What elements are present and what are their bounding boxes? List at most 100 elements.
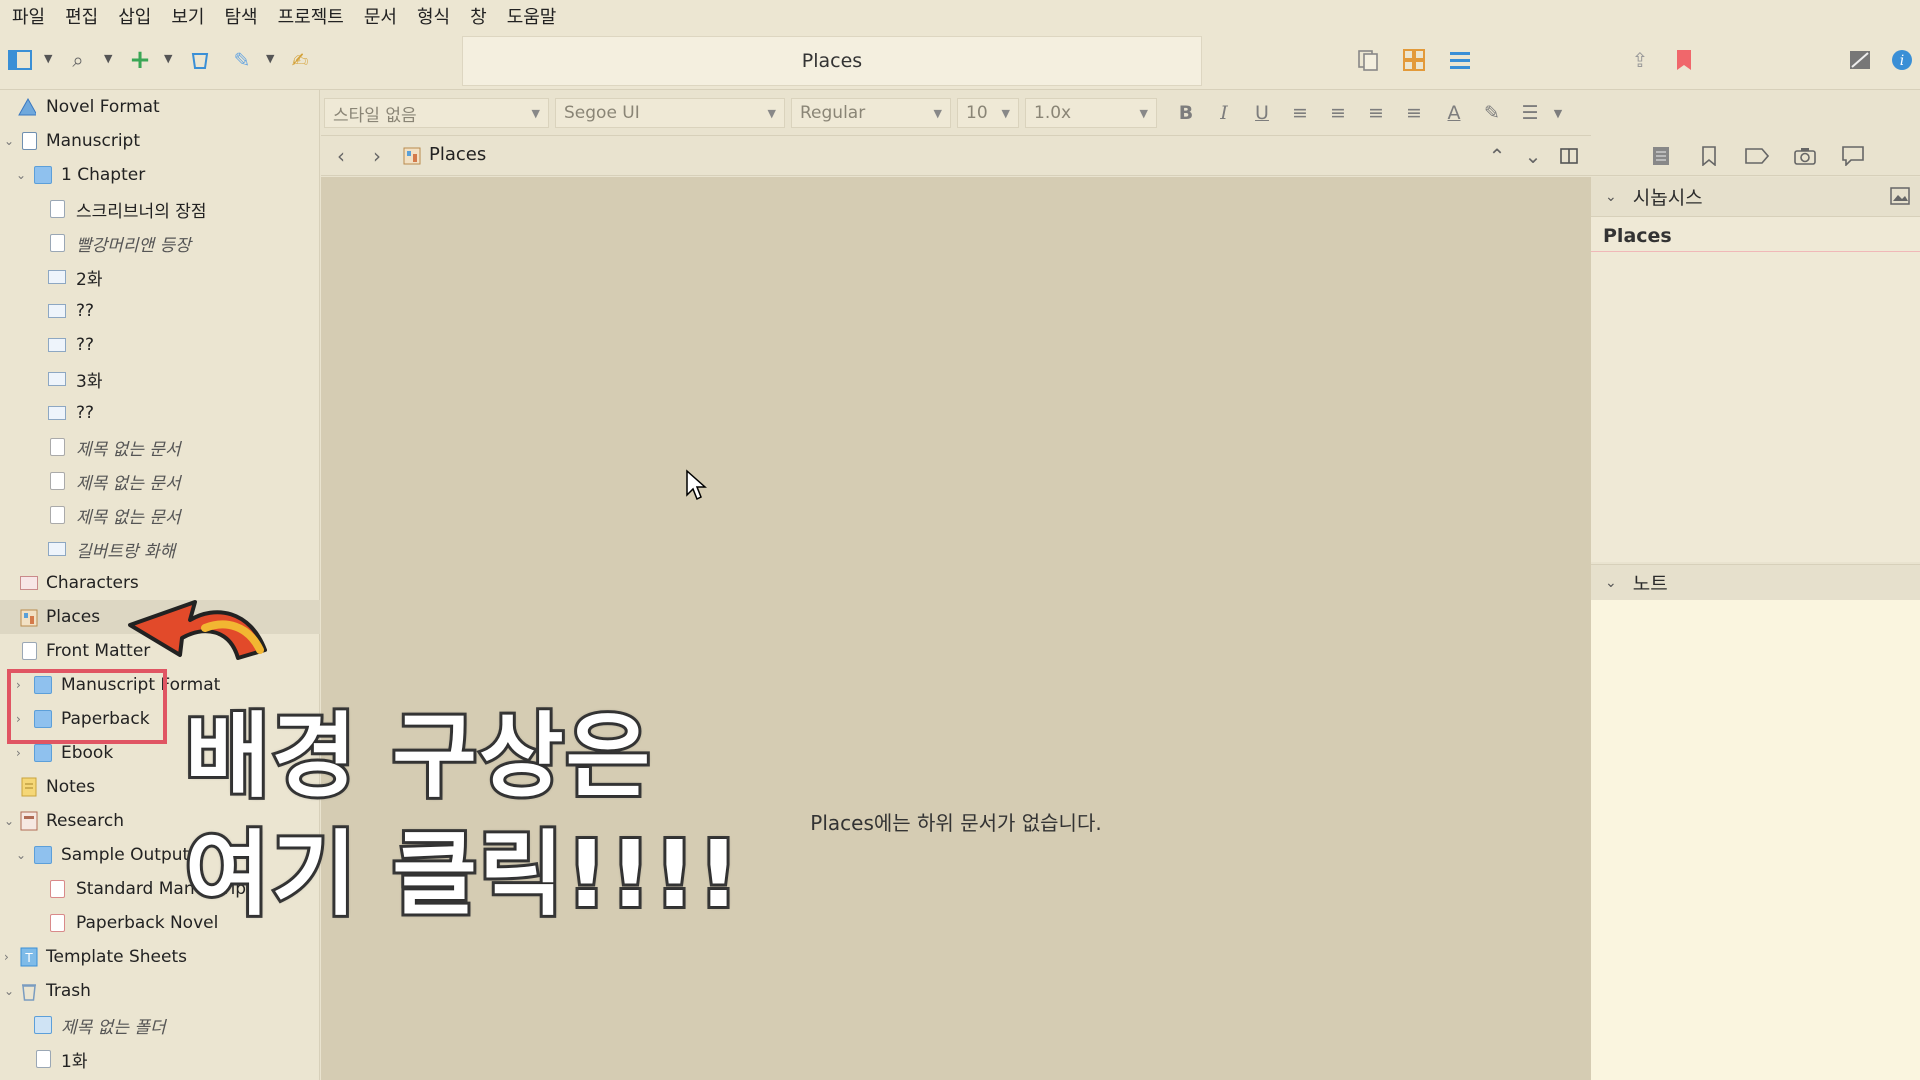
menu-file[interactable]: 파일 <box>12 3 45 29</box>
chevron-down-icon[interactable]: ▼ <box>44 52 52 65</box>
menu-project[interactable]: 프로젝트 <box>278 3 344 29</box>
highlight-icon[interactable]: ✎ <box>1479 100 1505 126</box>
binder-item-doc[interactable]: 3화 <box>0 362 320 396</box>
chevron-down-icon[interactable]: ⌄ <box>16 168 26 182</box>
trash-icon <box>20 981 38 1001</box>
trash-icon[interactable] <box>186 46 214 74</box>
menu-document[interactable]: 문서 <box>364 3 397 29</box>
binder-item-doc[interactable]: 빨강머리앤 등장 <box>0 226 320 260</box>
forward-icon[interactable]: › <box>363 142 391 170</box>
binder-item-doc[interactable]: 길버트랑 화해 <box>0 532 320 566</box>
synopsis-header[interactable]: ⌄ 시놉시스 <box>1591 177 1920 217</box>
binder-item-doc[interactable]: 스크리브너의 장점 <box>0 192 320 226</box>
binder-item-novel-format[interactable]: Novel Format <box>0 90 320 124</box>
chevron-down-icon[interactable]: ⌄ <box>1519 142 1547 170</box>
align-left-icon[interactable]: ≡ <box>1287 100 1313 126</box>
snapshot-tab-icon[interactable] <box>1791 142 1819 170</box>
template-icon: T <box>20 947 38 967</box>
notes-tab-icon[interactable] <box>1647 142 1675 170</box>
card-icon <box>48 403 66 423</box>
notes-header[interactable]: ⌄ 노트 <box>1591 564 1920 600</box>
synopsis-panel[interactable]: Places <box>1591 217 1920 562</box>
menu-insert[interactable]: 삽입 <box>118 3 151 29</box>
chevron-down-icon[interactable]: ▼ <box>164 52 172 65</box>
warning-icon <box>18 97 36 117</box>
editor-area[interactable]: Places에는 하위 문서가 없습니다. <box>321 177 1591 1080</box>
bold-icon[interactable]: B <box>1173 100 1199 126</box>
chevron-right-icon[interactable]: › <box>16 746 21 760</box>
breadcrumb[interactable]: Places <box>403 144 486 165</box>
blank-document-icon <box>48 437 66 457</box>
binder-item-doc[interactable]: ?? <box>0 396 320 430</box>
binder-item-doc[interactable]: 제목 없는 문서 <box>0 498 320 532</box>
menu-help[interactable]: 도움말 <box>507 3 557 29</box>
binder-item-doc[interactable]: ?? <box>0 328 320 362</box>
folder-icon <box>34 743 52 763</box>
font-select[interactable]: Segoe UI ▼ <box>555 98 785 128</box>
folder-icon <box>20 641 38 661</box>
mouse-cursor-icon <box>686 469 707 501</box>
text-color-icon[interactable]: A <box>1441 100 1467 126</box>
info-icon[interactable]: i <box>1888 46 1916 74</box>
font-weight-select[interactable]: Regular ▼ <box>791 98 951 128</box>
search-icon[interactable]: ⌕ <box>64 46 92 74</box>
binder-item-doc[interactable]: ?? <box>0 294 320 328</box>
pdf-icon <box>48 879 66 899</box>
binder-item-manuscript[interactable]: ⌄ Manuscript <box>0 124 320 158</box>
binder-item-untitled-folder[interactable]: 제목 없는 폴더 <box>0 1008 320 1042</box>
compose-mode-icon[interactable] <box>1846 46 1874 74</box>
chevron-down-icon[interactable]: ⌄ <box>4 984 14 998</box>
share-icon[interactable]: ⇪ <box>1626 46 1654 74</box>
binder-item-doc[interactable]: 제목 없는 문서 <box>0 430 320 464</box>
menu-window[interactable]: 창 <box>470 3 487 29</box>
notes-panel[interactable] <box>1591 600 1920 1080</box>
format-bar: 스타일 없음 ▼ Segoe UI ▼ Regular ▼ 10 ▼ 1.0x ▼ B I… <box>321 90 1591 136</box>
metadata-tab-icon[interactable] <box>1743 142 1771 170</box>
chevron-down-icon[interactable]: ▼ <box>266 52 274 65</box>
quick-reference-icon[interactable]: ✍ <box>286 46 314 74</box>
menu-edit[interactable]: 편집 <box>65 3 98 29</box>
scrivenings-view-icon[interactable] <box>1354 46 1382 74</box>
underline-icon[interactable]: U <box>1249 100 1275 126</box>
research-icon <box>20 811 38 831</box>
binder-toggle-icon[interactable] <box>6 46 34 74</box>
split-editor-icon[interactable] <box>1555 142 1583 170</box>
menu-view[interactable]: 보기 <box>171 3 204 29</box>
paperclip-icon[interactable]: ✎ <box>228 46 256 74</box>
chevron-down-icon[interactable]: ▼ <box>1545 100 1571 126</box>
bookmark-icon[interactable] <box>1670 46 1698 74</box>
synopsis-title[interactable]: Places <box>1603 225 1672 247</box>
comments-tab-icon[interactable] <box>1839 142 1867 170</box>
menu-format[interactable]: 형식 <box>417 3 450 29</box>
back-icon[interactable]: ‹ <box>327 142 355 170</box>
chevron-down-icon[interactable]: ⌄ <box>4 134 14 148</box>
menu-navigate[interactable]: 탐색 <box>225 3 258 29</box>
line-spacing-select[interactable]: 1.0x ▼ <box>1025 98 1157 128</box>
chevron-down-icon[interactable]: ⌄ <box>1605 575 1617 591</box>
chevron-down-icon[interactable]: ⌄ <box>16 848 26 862</box>
chevron-down-icon[interactable]: ⌄ <box>1605 189 1617 205</box>
align-center-icon[interactable]: ≡ <box>1325 100 1351 126</box>
outliner-view-icon[interactable] <box>1446 46 1474 74</box>
italic-icon[interactable]: I <box>1211 100 1237 126</box>
chevron-down-icon[interactable]: ▼ <box>104 52 112 65</box>
align-right-icon[interactable]: ≡ <box>1401 100 1427 126</box>
style-select[interactable]: 스타일 없음 ▼ <box>324 98 549 128</box>
list-icon[interactable]: ☰ <box>1517 100 1543 126</box>
binder-item-1hwa[interactable]: 1화 <box>0 1042 320 1076</box>
chevron-down-icon[interactable]: ⌄ <box>4 814 14 828</box>
image-icon[interactable] <box>1890 187 1910 210</box>
chevron-up-icon[interactable]: ⌃ <box>1483 142 1511 170</box>
card-icon <box>48 369 66 389</box>
binder-item-template-sheets[interactable]: › T Template Sheets <box>0 940 320 974</box>
binder-item-doc[interactable]: 2화 <box>0 260 320 294</box>
binder-item-doc[interactable]: 제목 없는 문서 <box>0 464 320 498</box>
add-icon[interactable]: + <box>126 45 154 75</box>
corkboard-view-icon[interactable] <box>1400 46 1428 74</box>
font-size-select[interactable]: 10 ▼ <box>957 98 1019 128</box>
binder-item-trash[interactable]: ⌄ Trash <box>0 974 320 1008</box>
chevron-right-icon[interactable]: › <box>4 950 9 964</box>
binder-item-1-chapter[interactable]: ⌄ 1 Chapter <box>0 158 320 192</box>
align-justify-icon[interactable]: ≡ <box>1363 100 1389 126</box>
bookmark-tab-icon[interactable] <box>1695 142 1723 170</box>
